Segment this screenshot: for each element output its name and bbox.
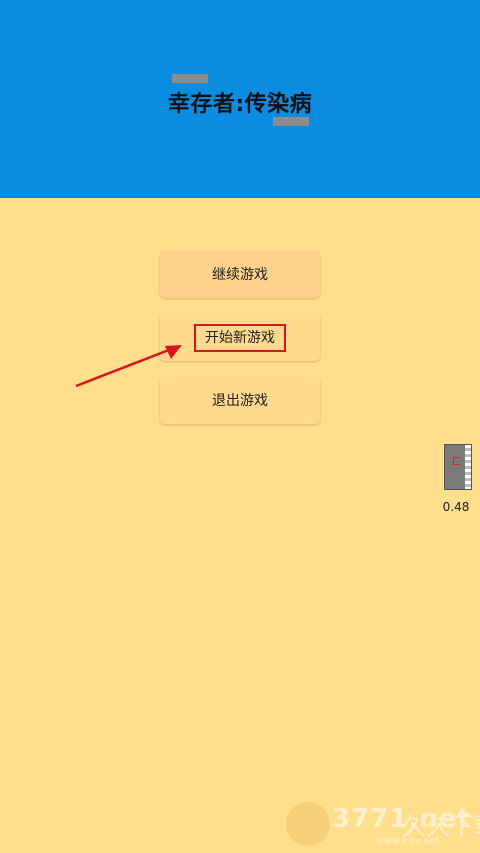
watermark-url: www.kkx.net xyxy=(376,836,440,847)
redaction-bar xyxy=(172,74,208,83)
bracket-icon xyxy=(453,457,460,465)
side-widget-value: 0.48 xyxy=(442,500,470,514)
app-header: 幸存者:传染病 xyxy=(0,0,480,198)
redaction-bar xyxy=(273,117,309,126)
arrow-annotation-icon xyxy=(75,345,182,388)
continue-game-button[interactable]: 继续游戏 xyxy=(160,250,320,298)
watermark: 3771.net 久久下载 www.kkx.net xyxy=(282,796,480,852)
widget-edge xyxy=(465,445,471,489)
watermark-logo-icon xyxy=(286,802,330,846)
side-float-widget[interactable] xyxy=(444,444,472,490)
game-title: 幸存者:传染病 xyxy=(167,92,313,117)
highlight-box-annotation xyxy=(194,324,286,352)
